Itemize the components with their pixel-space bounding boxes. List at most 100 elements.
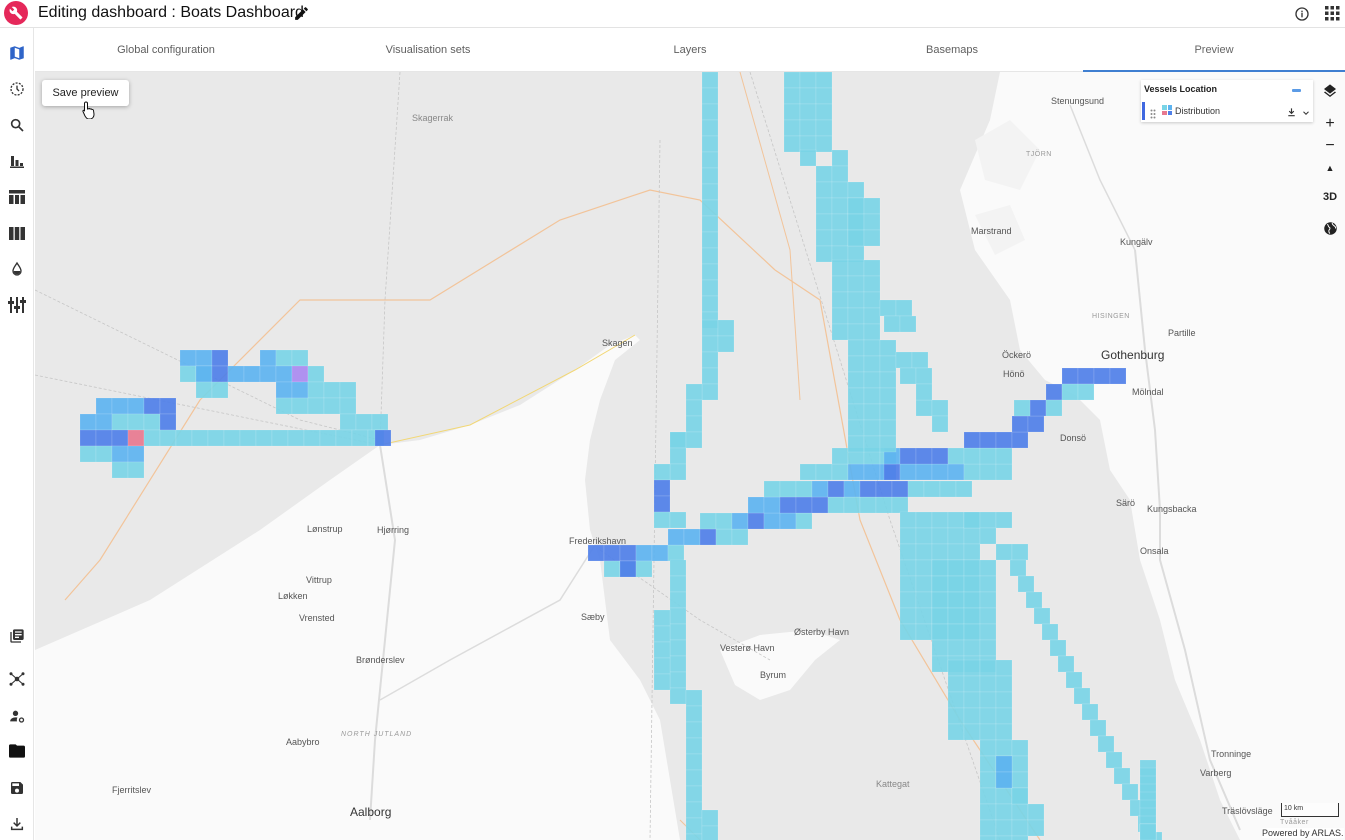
density-cell [1011, 835, 1029, 840]
density-cell [143, 413, 161, 431]
density-cell [827, 480, 845, 498]
density-cell [915, 511, 933, 529]
density-cell [669, 655, 687, 673]
density-cell [915, 463, 933, 481]
density-cell [979, 739, 997, 757]
density-cell [931, 559, 949, 577]
density-cell [669, 511, 687, 529]
density-cell [1139, 823, 1157, 840]
edit-title-icon[interactable] [293, 5, 310, 27]
density-cell [1033, 607, 1051, 625]
table-icon[interactable] [7, 187, 27, 207]
density-cell [847, 355, 865, 373]
density-cell [1011, 739, 1029, 757]
place-label: Løkken [278, 591, 308, 601]
density-cell [1011, 803, 1029, 821]
density-cell [1105, 751, 1123, 769]
apps-grid-icon[interactable] [1325, 6, 1340, 26]
density-cell [847, 463, 865, 481]
density-cell [1011, 819, 1029, 837]
density-cell [669, 559, 687, 577]
tab-basemaps[interactable]: Basemaps [821, 28, 1083, 71]
density-cell [995, 771, 1013, 789]
info-icon[interactable] [1294, 6, 1310, 27]
map-canvas[interactable]: Skagerrak Skagen Hjørring Frederikshavn … [35, 72, 1345, 840]
density-cell [863, 213, 881, 231]
density-cell [763, 496, 781, 514]
density-cell [847, 197, 865, 215]
network-icon[interactable] [7, 669, 27, 689]
folder-icon[interactable] [7, 741, 27, 761]
density-cell [843, 480, 861, 498]
map-icon[interactable] [7, 43, 27, 63]
density-cell [1027, 415, 1045, 433]
drag-handle-icon[interactable] [1150, 106, 1156, 119]
density-cell [947, 691, 965, 709]
book-icon[interactable] [7, 626, 27, 646]
place-label: Varberg [1200, 768, 1232, 778]
tab-preview[interactable]: Preview [1083, 28, 1345, 72]
tab-layers[interactable]: Layers [559, 28, 821, 71]
density-cell [653, 641, 671, 659]
user-settings-icon[interactable] [7, 706, 27, 726]
density-cell [815, 229, 833, 247]
density-cell [883, 315, 901, 333]
zoom-in-button[interactable]: + [1318, 113, 1342, 135]
density-cell [79, 429, 97, 447]
density-cell [307, 365, 325, 383]
density-cell [815, 165, 833, 183]
density-cell [619, 544, 637, 562]
density-cell [1097, 735, 1115, 753]
density-cell [339, 397, 357, 415]
download-icon[interactable] [7, 814, 27, 834]
density-cell [915, 383, 933, 401]
place-label: Skagerrak [412, 113, 454, 123]
density-cell [179, 349, 197, 367]
density-cell [979, 771, 997, 789]
place-label: Marstrand [971, 226, 1012, 236]
legend-layer-row[interactable]: Distribution [1142, 102, 1312, 120]
chevron-down-icon[interactable] [1301, 105, 1311, 123]
density-cell [931, 575, 949, 593]
density-cell [1109, 367, 1127, 385]
app-logo-icon[interactable] [4, 1, 28, 25]
density-cell [223, 429, 241, 447]
drop-icon[interactable] [7, 259, 27, 279]
compass-button[interactable]: ▲ [1318, 157, 1342, 179]
save-icon[interactable] [7, 778, 27, 798]
tab-visualisation-sets[interactable]: Visualisation sets [297, 28, 559, 71]
density-cell [701, 367, 719, 385]
density-cell [899, 575, 917, 593]
density-cell [653, 511, 671, 529]
density-cell [931, 543, 949, 561]
columns-icon[interactable] [7, 223, 27, 243]
density-cell [699, 512, 717, 530]
density-cell [783, 119, 801, 137]
density-cell [207, 429, 225, 447]
density-cell [899, 591, 917, 609]
download-layer-icon[interactable] [1286, 105, 1297, 123]
density-cell [963, 559, 981, 577]
density-cell [995, 675, 1013, 693]
density-cell [815, 181, 833, 199]
density-cell [747, 512, 765, 530]
density-cell [763, 480, 781, 498]
3d-toggle-button[interactable]: 3D [1318, 186, 1342, 208]
density-cell [863, 323, 881, 341]
bar-chart-icon[interactable] [7, 151, 27, 171]
density-cell [831, 463, 849, 481]
place-label: Mölndal [1132, 387, 1164, 397]
globe-icon[interactable] [1318, 217, 1342, 239]
density-cell [963, 675, 981, 693]
density-cell [685, 399, 703, 417]
zoom-out-button[interactable]: − [1318, 135, 1342, 157]
place-label: Tvååker [1280, 819, 1309, 826]
layers-icon[interactable] [1318, 80, 1342, 102]
tab-global-configuration[interactable]: Global configuration [35, 28, 297, 71]
search-icon[interactable] [7, 115, 27, 135]
filters-icon[interactable] [7, 295, 27, 315]
density-cell [955, 480, 973, 498]
density-cell [963, 511, 981, 529]
history-icon[interactable] [7, 79, 27, 99]
density-cell [685, 801, 703, 819]
